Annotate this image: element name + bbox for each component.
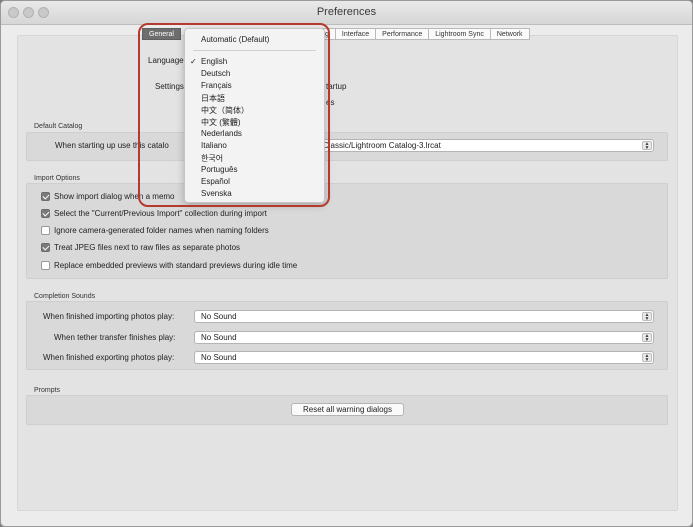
updown-chevron-icon: ▲ ▼	[642, 333, 652, 343]
import-option-checkbox[interactable]	[41, 209, 50, 218]
sound-value: No Sound	[201, 333, 237, 342]
completion-sounds-section-title: Completion Sounds	[34, 293, 96, 300]
prompts-section-title: Prompts	[34, 387, 61, 394]
import-sound-select[interactable]: No Sound ▲ ▼	[194, 310, 654, 323]
sound-value: No Sound	[201, 353, 237, 362]
tab-performance[interactable]: Performance	[376, 28, 430, 40]
window-title: Preferences	[316, 6, 377, 18]
import-option-label: Replace embedded previews with standard …	[54, 261, 298, 270]
default-catalog-select[interactable]: Classic/Lightroom Catalog-3.lrcat ▲ ▼	[316, 139, 654, 152]
highlight-outline	[138, 23, 330, 207]
import-option-checkbox[interactable]	[41, 261, 50, 270]
sound-row-label: When finished exporting photos play:	[43, 353, 175, 362]
preferences-window: Preferences General ling Interface Perfo…	[0, 0, 693, 527]
import-option-label: Select the "Current/Previous Import" col…	[54, 209, 267, 218]
import-option-checkbox[interactable]	[41, 226, 50, 235]
tab-bar-right: ling Interface Performance Lightroom Syn…	[311, 28, 530, 40]
sound-row-label: When finished importing photos play:	[43, 312, 175, 321]
updown-chevron-icon: ▲ ▼	[642, 312, 652, 322]
import-option-checkbox[interactable]	[41, 192, 50, 201]
export-sound-select[interactable]: No Sound ▲ ▼	[194, 351, 654, 364]
import-option-label: Ignore camera-generated folder names whe…	[54, 226, 269, 235]
default-catalog-section-title: Default Catalog	[34, 123, 83, 130]
updown-chevron-icon: ▲ ▼	[642, 141, 652, 151]
sound-value: No Sound	[201, 312, 237, 321]
title-bar: Preferences	[1, 1, 692, 25]
import-option-checkbox[interactable]	[41, 243, 50, 252]
import-option-label: Treat JPEG files next to raw files as se…	[54, 243, 241, 252]
default-catalog-value: Classic/Lightroom Catalog-3.lrcat	[323, 141, 441, 150]
tab-lightroom-sync[interactable]: Lightroom Sync	[429, 28, 491, 40]
tether-sound-select[interactable]: No Sound ▲ ▼	[194, 331, 654, 344]
updown-chevron-icon: ▲ ▼	[642, 353, 652, 363]
tab-network[interactable]: Network	[490, 28, 530, 40]
import-options-section-title: Import Options	[34, 175, 80, 182]
tab-interface[interactable]: Interface	[335, 28, 377, 40]
sound-row-label: When tether transfer finishes play:	[54, 333, 176, 342]
reset-warning-dialogs-button[interactable]: Reset all warning dialogs	[291, 403, 404, 416]
